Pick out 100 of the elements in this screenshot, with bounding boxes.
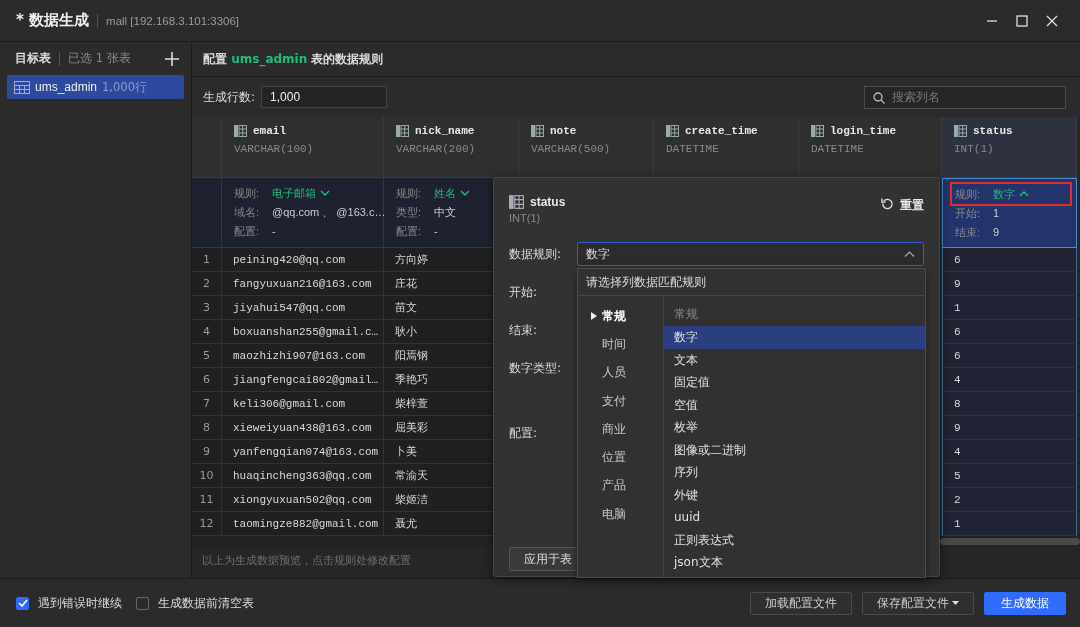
category-item[interactable]: 时间 (578, 330, 663, 359)
close-icon[interactable] (1046, 14, 1058, 27)
table-cell: maozhizhi907@163.com (233, 349, 366, 362)
preview-note: 以上为生成数据预览，点击规则处修改配置 (201, 553, 412, 569)
load-button[interactable]: 加载配置文件 (750, 591, 852, 615)
field-label: 数据规则: (509, 245, 563, 263)
column-name: note (550, 125, 577, 137)
dropdown-header: 请选择列数据匹配规则 (578, 269, 925, 296)
maximize-icon[interactable] (1016, 14, 1028, 27)
rule-select[interactable]: 数字 (576, 242, 924, 266)
rule-option[interactable]: 外键 (664, 483, 925, 506)
column-name: login_time (830, 125, 896, 137)
table-cell: 6 (954, 349, 961, 362)
table-cell: 屈美彩 (395, 420, 428, 435)
rule-selector[interactable]: 规则: 姓名 (394, 184, 472, 202)
column-name: create_time (685, 125, 758, 137)
column-name: status (973, 125, 1013, 137)
rule-param-label: 域名: (234, 204, 261, 220)
field-label: 开始: (509, 283, 539, 301)
config-heading: 配置 ums_admin 表的数据规则 (203, 50, 384, 68)
table-cell-text: 苗文 (395, 301, 417, 315)
table-cell-text: 柴梓萱 (395, 397, 428, 411)
row-number: 9 (203, 445, 210, 458)
rule-option[interactable]: 文本 (664, 348, 925, 371)
category-item[interactable]: 人员 (578, 358, 663, 387)
rule-param-value: 9 (993, 226, 1000, 238)
row-number: 2 (203, 277, 210, 290)
table-cell: peining420@qq.com (233, 253, 346, 266)
category-item[interactable]: 产品 (578, 471, 663, 501)
table-cell: keli306@gmail.com (233, 397, 346, 410)
reset-icon (881, 197, 894, 210)
column-type: VARCHAR(200) (396, 143, 477, 155)
group-label: 常规 (673, 306, 699, 323)
row-number: 6 (203, 373, 210, 386)
column-icon (811, 125, 824, 137)
search-field[interactable]: 搜索列名 (864, 85, 1066, 109)
column-icon (666, 125, 679, 137)
table-cell: 5 (954, 469, 961, 482)
reset-button[interactable]: 重置 (881, 195, 924, 213)
column-name: email (253, 125, 286, 137)
table-list-item[interactable]: ums_admin 1,000行 (7, 75, 184, 99)
scrollbar[interactable] (940, 537, 1080, 545)
rule-param-value: - (272, 225, 276, 237)
dropdown-button[interactable]: 保存配置文件 (862, 591, 974, 615)
table-cell-text: 柴姬洁 (395, 493, 428, 507)
chevron-up-icon (904, 251, 915, 257)
category-item[interactable]: 位置 (578, 443, 663, 472)
rule-option[interactable]: 图像或二进制 (664, 438, 925, 461)
selected-count: 已选 1 张表 (68, 51, 131, 66)
category-item[interactable]: 常规 (578, 302, 663, 331)
table-cell-text: 阳焉钢 (395, 349, 428, 363)
table-cell-text: 庄花 (395, 277, 417, 291)
chevron-down-icon (460, 190, 470, 196)
rule-param-value: @qq.com 、 @163.c… (272, 204, 386, 220)
category-item[interactable]: 电脑 (578, 500, 663, 529)
rule-option[interactable]: 空值 (664, 393, 925, 416)
column-header[interactable]: nick_name VARCHAR(200) (384, 117, 519, 178)
table-cell: 9 (954, 421, 961, 434)
column-type: INT(1) (509, 212, 542, 224)
row-count-field[interactable]: 1,000 (261, 86, 388, 108)
selected-rule-cell[interactable]: 规则: 数字 开始: 1 结束: 9 (942, 178, 1077, 248)
category-item[interactable]: 支付 (578, 386, 663, 416)
checkbox[interactable] (136, 596, 149, 610)
column-type: DATETIME (666, 143, 720, 155)
rule-selector[interactable]: 规则: 电子邮箱 (232, 184, 332, 202)
add-icon[interactable] (165, 51, 179, 66)
rule-option[interactable]: 固定值 (664, 371, 925, 394)
table-cell: 卜美 (395, 444, 417, 459)
generate-button[interactable]: 生成数据 (984, 591, 1066, 615)
rule-param-label: 配置: (396, 223, 423, 239)
category-item[interactable]: 商业 (578, 415, 663, 444)
column-type: VARCHAR(500) (531, 143, 612, 155)
column-icon (509, 195, 524, 209)
column-header[interactable]: login_time DATETIME (799, 117, 942, 178)
table-cell: taomingze882@gmail.com (233, 517, 379, 530)
table-cell: 8 (954, 397, 961, 410)
rule-option[interactable]: json文本 (664, 551, 925, 574)
table-cell: huaqincheng363@qq.com (233, 469, 372, 482)
column-header[interactable]: email VARCHAR(100) (222, 117, 384, 178)
table-cell: 1 (954, 301, 961, 314)
rule-option[interactable]: 正则表达式 (664, 528, 925, 551)
table-cell: 6 (954, 253, 961, 266)
rule-option[interactable]: uuid (664, 506, 925, 529)
rule-param-label: 类型: (396, 204, 423, 220)
column-icon (531, 125, 544, 137)
table-cell: boxuanshan255@gmail.c… (233, 325, 379, 338)
column-header[interactable]: status INT(1) (942, 117, 1077, 178)
row-number: 12 (199, 517, 214, 530)
rule-param-value: - (434, 225, 438, 237)
table-cell-text: 季艳巧 (395, 373, 428, 387)
rule-option[interactable]: 序列 (664, 461, 925, 484)
rule-option[interactable]: 枚举 (664, 416, 925, 439)
checkbox[interactable] (16, 596, 29, 610)
rule-selector[interactable]: 规则: 数字 (953, 185, 1069, 203)
column-header[interactable]: create_time DATETIME (654, 117, 799, 178)
table-cell-text: 耿小 (395, 325, 417, 339)
rule-option[interactable]: 数字 (664, 326, 925, 349)
column-header[interactable]: note VARCHAR(500) (519, 117, 654, 178)
field-label: 配置: (509, 424, 539, 442)
table-cell: xieweiyuan438@163.com (233, 421, 372, 434)
